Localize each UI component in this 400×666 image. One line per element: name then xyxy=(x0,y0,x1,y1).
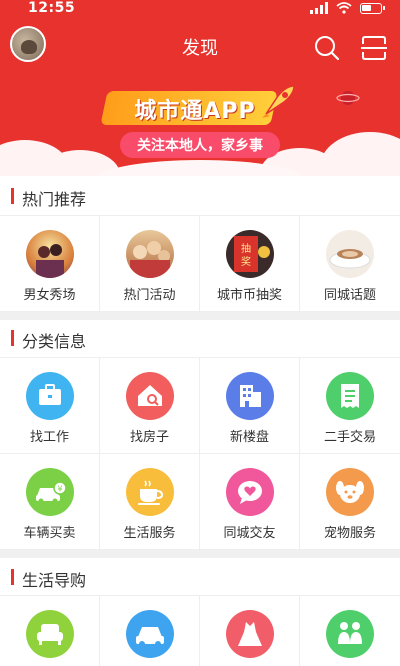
category-grid: 找工作 找房子 新楼盘 二手交易 ¥ 车辆买卖 生活服务 同城交友 宠物服务 xyxy=(0,358,400,550)
category-find-job[interactable]: 找工作 xyxy=(0,358,100,454)
banner-headline: 城市通APP xyxy=(134,99,256,124)
category-second-hand[interactable]: 二手交易 xyxy=(300,358,400,454)
category-label: 生活服务 xyxy=(123,526,176,541)
section-header: 分类信息 xyxy=(0,320,400,358)
life-item-family[interactable] xyxy=(300,596,400,666)
section-marker xyxy=(11,569,14,585)
scan-icon[interactable] xyxy=(360,34,388,62)
hot-item-label: 热门活动 xyxy=(123,288,176,303)
category-city-friends[interactable]: 同城交友 xyxy=(200,454,300,550)
status-icons xyxy=(310,2,385,14)
wifi-icon xyxy=(336,2,352,14)
section-title: 生活导购 xyxy=(22,571,87,590)
couple-photo-icon xyxy=(26,230,74,278)
category-label: 宠物服务 xyxy=(323,526,376,541)
section-header: 生活导购 xyxy=(0,558,400,596)
life-grid xyxy=(0,596,400,666)
family-icon xyxy=(326,610,374,658)
status-bar: 12:55 xyxy=(0,0,400,18)
hot-item-label: 男女秀场 xyxy=(23,288,76,303)
house-search-icon xyxy=(126,372,174,420)
life-item-furniture[interactable] xyxy=(0,596,100,666)
category-new-building[interactable]: 新楼盘 xyxy=(200,358,300,454)
heart-chat-icon xyxy=(226,468,274,516)
building-icon xyxy=(226,372,274,420)
svg-text:奖: 奖 xyxy=(241,255,251,268)
life-section: 生活导购 xyxy=(0,558,400,666)
category-pet-service[interactable]: 宠物服务 xyxy=(300,454,400,550)
category-find-house[interactable]: 找房子 xyxy=(100,358,200,454)
lottery-photo-icon: 抽奖 xyxy=(226,230,274,278)
category-label: 同城交友 xyxy=(223,526,276,541)
category-car-trade[interactable]: ¥ 车辆买卖 xyxy=(0,454,100,550)
battery-icon xyxy=(360,2,385,14)
signal-icon xyxy=(310,2,328,14)
category-label: 车辆买卖 xyxy=(23,526,76,541)
search-icon[interactable] xyxy=(313,34,341,62)
category-section: 分类信息 找工作 找房子 新楼盘 二手交易 ¥ 车辆买卖 生活服务 同城交友 宠… xyxy=(0,320,400,550)
hot-item-topic[interactable]: 同城话题 xyxy=(300,216,400,312)
hot-item-activity[interactable]: 热门活动 xyxy=(100,216,200,312)
category-life-service[interactable]: 生活服务 xyxy=(100,454,200,550)
rocket-icon xyxy=(262,85,295,118)
status-time: 12:55 xyxy=(28,0,76,16)
car-yen-icon: ¥ xyxy=(26,468,74,516)
promo-banner[interactable]: 城市通APP 关注本地人，家乡事 xyxy=(0,72,400,176)
hot-item-show[interactable]: 男女秀场 xyxy=(0,216,100,312)
nav-bar: 发现 xyxy=(0,22,400,72)
hot-item-label: 同城话题 xyxy=(323,288,376,303)
section-header: 热门推荐 xyxy=(0,176,400,216)
discover-screen: 12:55 发现 城市通APP 关注本地人，家乡事 热门推荐 男女秀场 热门活动… xyxy=(0,0,400,666)
briefcase-icon xyxy=(26,372,74,420)
hot-item-label: 城市币抽奖 xyxy=(216,288,282,303)
header-area: 12:55 发现 城市通APP 关注本地人，家乡事 xyxy=(0,0,400,176)
dress-icon xyxy=(226,610,274,658)
car-icon xyxy=(126,610,174,658)
banner-slogan: 关注本地人，家乡事 xyxy=(137,138,263,154)
coffee-cup-icon xyxy=(126,468,174,516)
section-marker xyxy=(11,330,14,346)
category-label: 新楼盘 xyxy=(229,430,269,445)
section-marker xyxy=(11,188,14,204)
section-title: 热门推荐 xyxy=(22,190,87,209)
receipt-icon xyxy=(326,372,374,420)
sofa-icon xyxy=(26,610,74,658)
category-label: 找工作 xyxy=(29,430,69,445)
hot-item-lottery[interactable]: 抽奖 城市币抽奖 xyxy=(200,216,300,312)
dog-icon xyxy=(326,468,374,516)
category-label: 二手交易 xyxy=(323,430,376,445)
hot-grid: 男女秀场 热门活动 抽奖 城市币抽奖 同城话题 xyxy=(0,216,400,312)
planet-icon xyxy=(336,91,360,105)
hot-section: 热门推荐 男女秀场 热门活动 抽奖 城市币抽奖 同城话题 xyxy=(0,176,400,312)
life-item-clothing[interactable] xyxy=(200,596,300,666)
svg-text:¥: ¥ xyxy=(57,485,62,494)
section-title: 分类信息 xyxy=(22,332,87,351)
coffee-photo-icon xyxy=(326,230,374,278)
life-item-car[interactable] xyxy=(100,596,200,666)
crowd-photo-icon xyxy=(126,230,174,278)
svg-text:抽: 抽 xyxy=(241,242,251,255)
category-label: 找房子 xyxy=(129,430,169,445)
